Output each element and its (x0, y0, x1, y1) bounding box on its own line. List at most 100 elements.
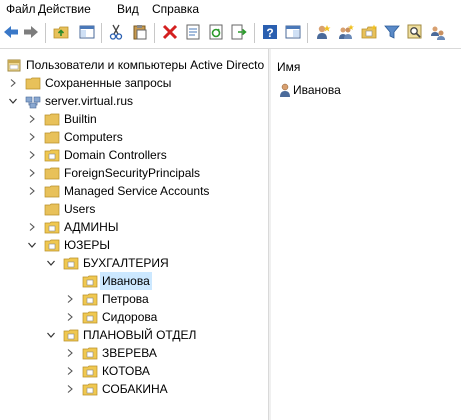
tree-root-label: Пользователи и компьютеры Active Directo (26, 58, 265, 72)
chevron-right-icon[interactable] (27, 114, 37, 124)
chevron-right-icon[interactable] (65, 294, 75, 304)
tree-item-label: КОТОВА (102, 364, 150, 378)
chevron-right-icon[interactable] (27, 186, 37, 196)
cut-icon[interactable] (107, 23, 125, 41)
tree-item-computers[interactable]: Computers (0, 128, 268, 146)
find-icon[interactable] (406, 23, 424, 41)
tree-item-label: server.virtual.rus (45, 94, 134, 108)
column-header-name[interactable]: Имя (277, 60, 300, 74)
tree-item-label: Сидорова (102, 310, 158, 324)
help-icon[interactable]: ? (261, 23, 279, 41)
menu-file[interactable]: Файл (6, 2, 36, 16)
toolbar-separator (45, 23, 46, 43)
add-to-group-icon[interactable] (429, 23, 447, 41)
chevron-right-icon[interactable] (65, 366, 75, 376)
ad-console-icon (6, 57, 22, 73)
ou-icon (82, 309, 98, 325)
chevron-right-icon[interactable] (27, 132, 37, 142)
tree-item-label: Петрова (102, 292, 149, 306)
properties-icon[interactable] (184, 23, 202, 41)
back-arrow-icon[interactable] (2, 23, 20, 41)
refresh-icon[interactable] (207, 23, 225, 41)
menu-action[interactable]: Действие (38, 2, 91, 16)
toolbar-separator (307, 23, 308, 43)
tree-item-label: Builtin (64, 112, 97, 126)
tree-item-label: Domain Controllers (64, 148, 167, 162)
chevron-right-icon[interactable] (65, 312, 75, 322)
new-user-icon[interactable] (314, 23, 332, 41)
tree-item-builtin[interactable]: Builtin (0, 110, 268, 128)
ou-icon (44, 237, 60, 253)
tree-item-domain-controllers[interactable]: Domain Controllers (0, 146, 268, 164)
chevron-right-icon[interactable] (65, 384, 75, 394)
folder-icon (44, 201, 60, 217)
tree-item-foreign-security-principals[interactable]: ForeignSecurityPrincipals (0, 164, 268, 182)
menu-view[interactable]: Вид (117, 2, 139, 16)
chevron-right-icon[interactable] (65, 348, 75, 358)
chevron-right-icon[interactable] (27, 168, 37, 178)
chevron-down-icon[interactable] (8, 96, 18, 106)
chevron-down-icon[interactable] (46, 258, 56, 268)
tree-item-label: ЮЗЕРЫ (64, 238, 111, 252)
tree-item-zvereva[interactable]: ЗВЕРЕВА (0, 344, 268, 362)
tree-item-label: Сохраненные запросы (45, 76, 172, 90)
tree-item-users[interactable]: Users (0, 200, 268, 218)
toolbar-separator (154, 23, 155, 43)
folder-icon (44, 183, 60, 199)
new-ou-icon[interactable] (360, 23, 378, 41)
tree-item-sidorova[interactable]: Сидорова (0, 308, 268, 326)
chevron-down-icon[interactable] (46, 330, 56, 340)
chevron-right-icon[interactable] (27, 150, 37, 160)
tree-item-petrova[interactable]: Петрова (0, 290, 268, 308)
new-group-icon[interactable] (337, 23, 355, 41)
tree-item-admins[interactable]: АДМИНЫ (0, 218, 268, 236)
tree-item-planovyi-otdel[interactable]: ПЛАНОВЫЙ ОТДЕЛ (0, 326, 268, 344)
ou-icon (63, 327, 79, 343)
console-view-icon[interactable] (284, 23, 302, 41)
tree-item-label: ForeignSecurityPrincipals (64, 166, 201, 180)
tree-item-label: ЗВЕРЕВА (102, 346, 157, 360)
ou-icon (44, 219, 60, 235)
filter-icon[interactable] (383, 23, 401, 41)
list-item-label: Иванова (293, 83, 341, 97)
menu-help[interactable]: Справка (152, 2, 199, 16)
tree-item-domain[interactable]: server.virtual.rus (0, 92, 268, 110)
ou-icon (44, 147, 60, 163)
tree-item-saved-queries[interactable]: Сохраненные запросы (0, 74, 268, 92)
toolbar-separator (254, 23, 255, 43)
tree-item-kotova[interactable]: КОТОВА (0, 362, 268, 380)
folder-icon (44, 111, 60, 127)
tree-root[interactable]: Пользователи и компьютеры Active Directo (0, 56, 268, 74)
details-pane: Имя Иванова (271, 49, 461, 420)
show-hide-console-tree-icon[interactable] (78, 23, 96, 41)
ou-icon (82, 273, 98, 289)
ou-icon (82, 291, 98, 307)
forward-arrow-icon[interactable] (22, 23, 40, 41)
menu-bar: Файл Действие Вид Справка (0, 0, 461, 18)
tree-item-label: Managed Service Accounts (64, 184, 210, 198)
chevron-right-icon[interactable] (8, 78, 18, 88)
up-folder-icon[interactable] (52, 23, 70, 41)
tree-item-sobakina[interactable]: СОБАКИНА (0, 380, 268, 398)
tree-item-label: АДМИНЫ (64, 220, 119, 234)
export-list-icon[interactable] (230, 23, 248, 41)
domain-icon (25, 93, 41, 109)
tree-item-managed-service-accounts[interactable]: Managed Service Accounts (0, 182, 268, 200)
console-tree[interactable]: Пользователи и компьютеры Active Directo… (0, 49, 268, 420)
tree-item-label: ПЛАНОВЫЙ ОТДЕЛ (83, 328, 197, 342)
tree-item-yuzery[interactable]: ЮЗЕРЫ (0, 236, 268, 254)
ou-icon (82, 345, 98, 361)
ou-icon (63, 255, 79, 271)
ou-icon (82, 363, 98, 379)
tree-item-label: БУХГАЛТЕРИЯ (83, 256, 169, 270)
ou-icon (82, 381, 98, 397)
folder-icon (44, 129, 60, 145)
tree-item-ivanova[interactable]: Иванова (0, 272, 268, 290)
chevron-down-icon[interactable] (27, 240, 37, 250)
chevron-right-icon[interactable] (27, 222, 37, 232)
tree-item-label: Computers (64, 130, 123, 144)
paste-icon[interactable] (131, 23, 149, 41)
toolbar-separator (101, 23, 102, 43)
tree-item-buhgalteriya[interactable]: БУХГАЛТЕРИЯ (0, 254, 268, 272)
delete-icon[interactable] (161, 23, 179, 41)
